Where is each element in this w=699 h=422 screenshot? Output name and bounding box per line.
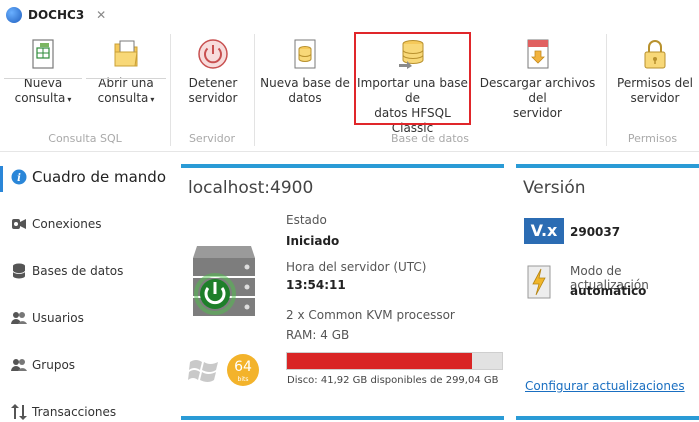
download-server-files-label: Descargar archivos del servidor	[479, 76, 596, 120]
update-mode-icon	[527, 265, 551, 299]
active-indicator	[0, 166, 3, 192]
tab-title: DOCHC3	[28, 8, 85, 22]
sidebar-item-label: Usuarios	[32, 311, 84, 325]
version-logo-icon: V.x	[524, 218, 564, 244]
power-off-icon	[198, 39, 228, 69]
document-tab[interactable]: DOCHC3 ✕	[0, 0, 106, 30]
arch-badge-text: 64	[234, 359, 252, 375]
server-time-value: 13:54:11	[286, 278, 346, 292]
open-query-label: Abrir una consulta ▾	[97, 76, 155, 105]
server-panel: localhost:4900 64 bits Estado Iniciado H…	[181, 164, 504, 422]
sidebar-item-dashboard[interactable]: i Cuadro de mando	[0, 162, 170, 192]
info-icon: i	[10, 168, 28, 186]
app-logo-icon	[6, 7, 22, 23]
groups-icon	[10, 356, 28, 374]
server-time-label: Hora del servidor (UTC)	[286, 260, 427, 274]
new-database-icon	[294, 39, 316, 69]
update-mode-value: automático	[570, 284, 647, 298]
open-query-icon	[114, 40, 138, 67]
version-panel-title: Versión	[523, 178, 586, 198]
64-bit-badge: 64 bits	[227, 354, 259, 386]
state-value: Iniciado	[286, 234, 340, 248]
lock-icon	[644, 40, 666, 69]
version-number: 290037	[570, 225, 621, 239]
disk-usage-text: Disco: 41,92 GB disponibles de 299,04 GB	[287, 375, 499, 386]
tab-close-icon[interactable]: ✕	[96, 8, 106, 22]
svg-text:i: i	[17, 173, 21, 184]
server-panel-title: localhost:4900	[188, 178, 314, 198]
disk-usage-fill	[287, 353, 472, 369]
group-label-db: Base de datos	[390, 132, 470, 145]
sidebar: i Cuadro de mando Conexiones Bases de da…	[0, 152, 170, 422]
server-permissions-button[interactable]: Permisos del servidor	[612, 34, 698, 124]
sidebar-item-users[interactable]: Usuarios	[0, 303, 170, 333]
version-panel: Versión V.x 290037 Modo de actualización…	[516, 164, 699, 422]
users-icon	[10, 309, 28, 327]
connections-icon	[10, 215, 28, 233]
sidebar-item-label: Cuadro de mando	[32, 168, 167, 186]
server-permissions-label: Permisos del servidor	[617, 76, 693, 105]
new-query-caret-icon[interactable]: ▾	[67, 95, 71, 104]
database-icon	[10, 262, 28, 280]
server-panel-footer	[181, 416, 504, 420]
arch-badge-sub: bits	[237, 376, 249, 383]
server-running-icon	[193, 246, 255, 316]
sidebar-item-label: Grupos	[32, 358, 76, 372]
sidebar-item-transactions[interactable]: Transacciones	[0, 397, 170, 422]
new-database-button[interactable]: Nueva base de datos	[260, 34, 350, 124]
group-label-server: Servidor	[188, 132, 236, 145]
new-query-label: Nueva consulta ▾	[14, 76, 72, 105]
state-label: Estado	[286, 213, 327, 227]
stop-server-button[interactable]: Detener servidor	[178, 34, 248, 124]
ribbon: Nueva consulta ▾ Abrir una consulta ▾ Cons…	[0, 30, 699, 152]
group-label-perms: Permisos	[627, 132, 678, 145]
transactions-icon	[10, 403, 28, 421]
windows-logo-icon	[188, 360, 218, 382]
ram-info: RAM: 4 GB	[286, 328, 350, 342]
sidebar-item-label: Conexiones	[32, 217, 102, 231]
sidebar-item-connections[interactable]: Conexiones	[0, 209, 170, 239]
configure-updates-link[interactable]: Configurar actualizaciones	[525, 379, 685, 393]
new-query-icon	[32, 39, 54, 69]
new-database-label: Nueva base de datos	[260, 76, 350, 105]
cpu-info: 2 x Common KVM processor	[286, 308, 455, 322]
download-server-files-button[interactable]: Descargar archivos del servidor	[475, 34, 600, 124]
disk-usage-bar	[286, 352, 503, 370]
stop-server-label: Detener servidor	[188, 76, 238, 105]
sidebar-item-label: Transacciones	[32, 405, 117, 419]
download-files-icon	[527, 39, 548, 69]
group-label-sql: Consulta SQL	[48, 132, 122, 145]
open-query-caret-icon[interactable]: ▾	[150, 95, 154, 104]
open-query-button[interactable]: Abrir una consulta ▾	[86, 34, 166, 124]
highlight-frame	[354, 32, 471, 125]
sidebar-item-label: Bases de datos	[32, 264, 124, 278]
sidebar-item-databases[interactable]: Bases de datos	[0, 256, 170, 286]
version-panel-footer	[516, 416, 699, 420]
new-query-button[interactable]: Nueva consulta ▾	[4, 34, 82, 124]
sidebar-item-groups[interactable]: Grupos	[0, 350, 170, 380]
